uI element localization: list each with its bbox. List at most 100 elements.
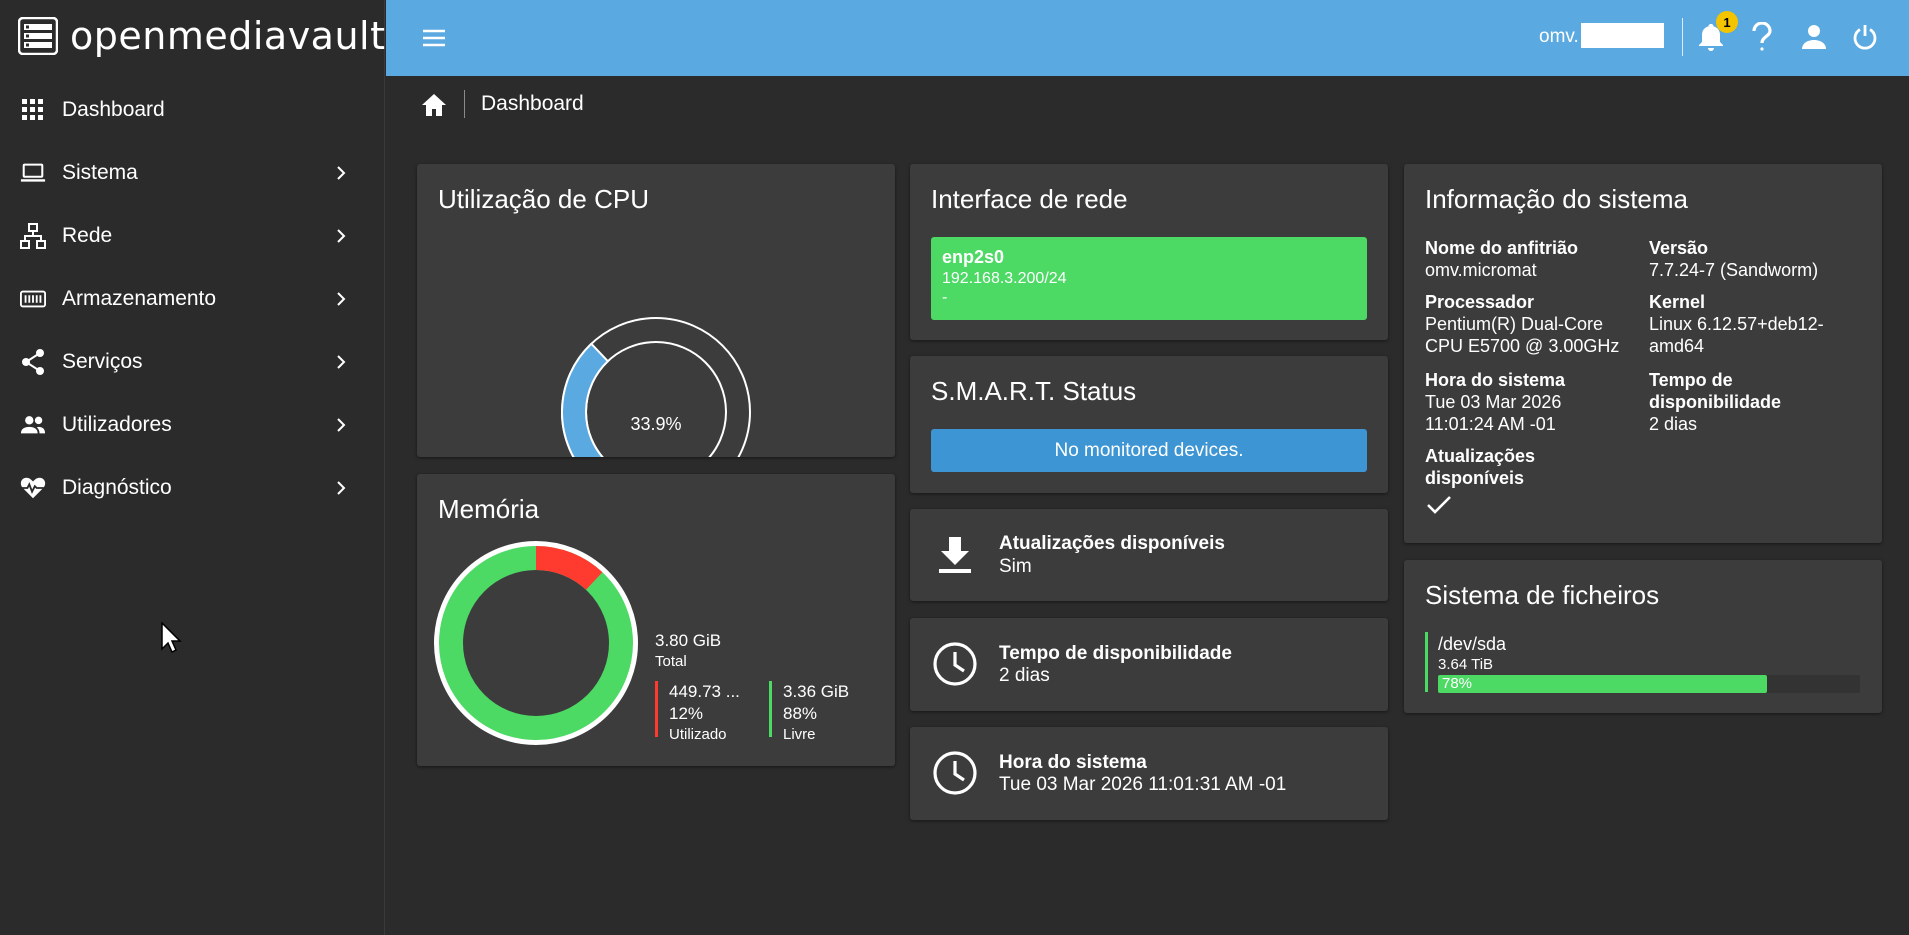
brand-name: openmediavault bbox=[70, 14, 386, 58]
filesystem-usage-label: 78% bbox=[1442, 675, 1473, 692]
network-icon bbox=[20, 222, 46, 249]
memory-used-pct: 12% bbox=[669, 704, 704, 723]
filesystem-indicator bbox=[1425, 632, 1428, 692]
filesystem-usage-bar: 78% bbox=[1438, 675, 1860, 693]
memory-total-value: 3.80 GiB bbox=[655, 631, 722, 650]
sidebar-item-label: Dashboard bbox=[62, 97, 165, 121]
memory-used-label: Utilizado bbox=[669, 726, 727, 743]
interface-name: enp2s0 bbox=[942, 247, 1005, 267]
sidebar-item-label: Utilizadores bbox=[62, 412, 172, 436]
donut-free-segment bbox=[439, 546, 633, 740]
system-time-value: Tue 03 Mar 2026 bbox=[1425, 392, 1562, 412]
memory-free-value: 3.36 GiB bbox=[783, 682, 850, 701]
smart-title: S.M.A.R.T. Status bbox=[931, 376, 1137, 406]
uptime-title: Tempo de disponibilidade bbox=[999, 643, 1232, 664]
version-value: 7.7.24-7 (Sandworm) bbox=[1649, 260, 1819, 280]
hostname-label: Nome do anfitrião bbox=[1425, 238, 1579, 258]
sidebar-item-rede[interactable]: Rede bbox=[0, 204, 385, 267]
server-logo-icon bbox=[18, 17, 58, 55]
updates-label: Atualizações bbox=[1425, 446, 1536, 466]
sysinfo-title: Informação do sistema bbox=[1425, 184, 1689, 214]
donut-used-segment bbox=[535, 546, 603, 591]
clock-icon bbox=[932, 641, 978, 687]
memory-card: Memória 3.80 GiB Total 449.73 ... 12% Ut… bbox=[417, 474, 895, 766]
processor-value: Pentium(R) Dual-Core bbox=[1425, 314, 1604, 334]
sidebar-item-armazenamento[interactable]: Armazenamento bbox=[0, 267, 385, 330]
laptop-icon bbox=[20, 160, 46, 186]
sidebar-item-diagnostico[interactable]: Diagnóstico bbox=[0, 456, 385, 519]
sysinfo-card: Informação do sistema Nome do anfitrião … bbox=[1404, 164, 1882, 543]
system-time-widget[interactable]: Hora do sistema Tue 03 Mar 2026 11:01:31… bbox=[910, 727, 1388, 820]
sidebar-item-utilizadores[interactable]: Utilizadores bbox=[0, 393, 385, 456]
mouse-cursor-icon bbox=[161, 622, 182, 654]
memory-total-label: Total bbox=[655, 653, 687, 670]
system-time-title: Hora do sistema bbox=[999, 752, 1147, 773]
gauge-fill bbox=[561, 342, 610, 457]
interface-extra: - bbox=[942, 289, 948, 306]
kernel-label: Kernel bbox=[1649, 292, 1706, 312]
processor-label: Processador bbox=[1425, 292, 1535, 312]
uptime-value: 2 dias bbox=[999, 665, 1050, 686]
topbar: omv. 1 bbox=[386, 0, 1909, 76]
used-indicator bbox=[655, 681, 658, 737]
sidebar: openmediavault Dashboard Sistema Rede Ar… bbox=[0, 0, 385, 935]
network-card: Interface de rede enp2s0 192.168.3.200/2… bbox=[910, 164, 1388, 340]
cpu-value: 33.9% bbox=[630, 414, 682, 434]
download-icon bbox=[932, 532, 978, 578]
hostname-redaction bbox=[1581, 23, 1664, 48]
interface-address: 192.168.3.200/24 bbox=[942, 270, 1067, 287]
help-icon[interactable] bbox=[1747, 22, 1777, 52]
sidebar-nav: Dashboard Sistema Rede Armazenamento Ser… bbox=[0, 78, 385, 519]
system-time-value: 11:01:24 AM -01 bbox=[1425, 414, 1556, 434]
notification-badge: 1 bbox=[1716, 11, 1738, 33]
chevron-right-icon bbox=[337, 480, 346, 495]
check-icon bbox=[1427, 496, 1451, 514]
sidebar-item-label: Rede bbox=[62, 223, 113, 247]
brand[interactable]: openmediavault bbox=[18, 14, 386, 58]
memory-used-value: 449.73 ... bbox=[669, 682, 740, 701]
chevron-right-icon bbox=[337, 417, 346, 432]
updates-value: Sim bbox=[999, 556, 1032, 577]
uptime-value: 2 dias bbox=[1649, 414, 1698, 434]
network-interface-chip[interactable]: enp2s0 192.168.3.200/24 - bbox=[931, 237, 1367, 320]
uptime-label: Tempo de bbox=[1649, 370, 1733, 390]
filesystem-device[interactable]: /dev/sda bbox=[1438, 634, 1506, 655]
smart-status-message: No monitored devices. bbox=[931, 429, 1367, 472]
chevron-right-icon bbox=[337, 165, 346, 180]
uptime-label: disponibilidade bbox=[1649, 392, 1782, 412]
cpu-card: Utilização de CPU 33.9% bbox=[417, 164, 895, 457]
filesystem-usage-fill bbox=[1438, 675, 1768, 693]
power-icon[interactable] bbox=[1850, 22, 1880, 52]
version-label: Versão bbox=[1649, 238, 1709, 258]
memory-free-label: Livre bbox=[783, 726, 816, 743]
divider bbox=[1682, 18, 1683, 56]
chevron-right-icon bbox=[337, 228, 346, 243]
hostname: omv. bbox=[1539, 26, 1579, 47]
sidebar-item-label: Armazenamento bbox=[62, 286, 217, 310]
sidebar-item-label: Serviços bbox=[62, 349, 143, 373]
sidebar-item-servicos[interactable]: Serviços bbox=[0, 330, 385, 393]
grid-icon bbox=[20, 97, 46, 123]
breadcrumb-divider bbox=[464, 90, 465, 118]
heartbeat-icon bbox=[20, 475, 46, 501]
updates-widget[interactable]: Atualizações disponíveis Sim bbox=[910, 509, 1388, 601]
home-icon[interactable] bbox=[420, 91, 448, 119]
chevron-right-icon bbox=[337, 354, 346, 369]
hostname-value: omv.micromat bbox=[1425, 260, 1537, 280]
sidebar-item-label: Diagnóstico bbox=[62, 475, 172, 499]
updates-title: Atualizações disponíveis bbox=[999, 533, 1225, 554]
breadcrumb: Dashboard bbox=[481, 92, 584, 115]
kernel-value: amd64 bbox=[1649, 336, 1705, 356]
sidebar-item-sistema[interactable]: Sistema bbox=[0, 141, 385, 204]
clock-icon bbox=[932, 750, 978, 796]
system-time-value: Tue 03 Mar 2026 11:01:31 AM -01 bbox=[999, 774, 1287, 795]
uptime-widget[interactable]: Tempo de disponibilidade 2 dias bbox=[910, 618, 1388, 711]
sidebar-item-dashboard[interactable]: Dashboard bbox=[0, 78, 385, 141]
user-icon[interactable] bbox=[1799, 22, 1829, 52]
smart-card: S.M.A.R.T. Status No monitored devices. bbox=[910, 356, 1388, 493]
kernel-value: Linux 6.12.57+deb12- bbox=[1649, 314, 1824, 334]
storage-icon bbox=[20, 286, 46, 312]
free-indicator bbox=[769, 681, 772, 737]
processor-value: CPU E5700 @ 3.00GHz bbox=[1425, 336, 1620, 356]
menu-icon[interactable] bbox=[420, 24, 448, 52]
